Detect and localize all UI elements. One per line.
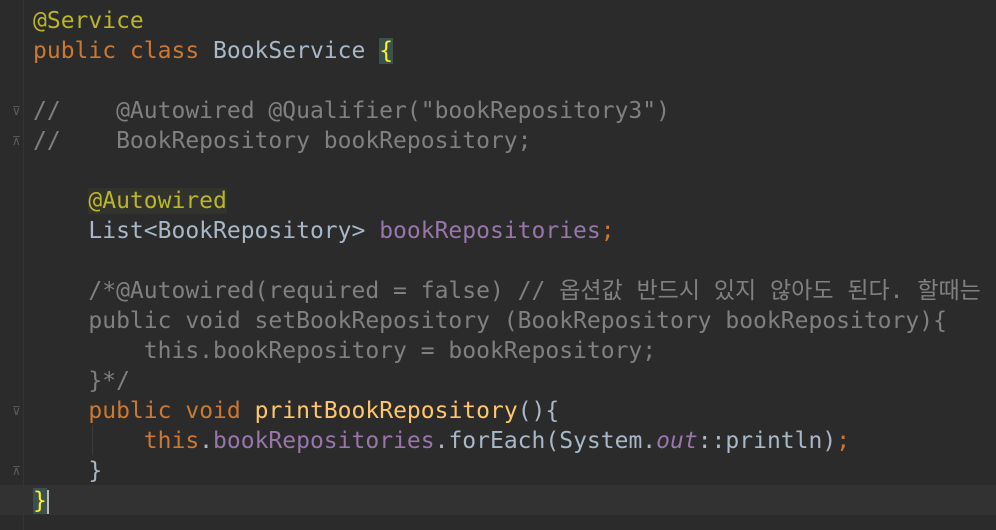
code-token: /*@Autowired(required = false) // 옵션값 반드…	[33, 278, 996, 304]
code-token: bookRepositories	[379, 218, 601, 244]
fold-marker-icon[interactable]: ⊼	[12, 465, 23, 477]
code-editor[interactable]: @Service public class BookService {// @Au…	[0, 0, 996, 530]
current-line-highlight	[0, 485, 996, 515]
code-token: }	[33, 488, 47, 514]
code-token: ::println)	[697, 428, 837, 454]
code-token: {	[379, 38, 394, 64]
code-line[interactable]: this.bookRepository = bookRepository;	[33, 336, 656, 366]
code-token: this	[143, 428, 200, 454]
fold-marker-icon[interactable]: ⊼	[12, 135, 23, 147]
code-token: this.bookRepository = bookRepository;	[33, 338, 657, 364]
fold-marker-icon[interactable]: ⊽	[12, 405, 23, 417]
code-line[interactable]: @Service	[33, 6, 144, 36]
gutter-divider	[23, 0, 24, 530]
code-token: ;	[600, 218, 615, 244]
code-token: out	[656, 428, 698, 454]
code-token: BookService	[213, 38, 380, 64]
code-token: .forEach(System.	[434, 428, 657, 454]
code-token: // BookRepository bookRepository;	[33, 128, 532, 154]
code-line[interactable]: public void printBookRepository(){	[33, 396, 559, 426]
code-line[interactable]: public class BookService {	[33, 36, 394, 66]
code-token: ;	[836, 428, 851, 454]
code-line[interactable]: }	[33, 486, 49, 516]
code-token: public class	[33, 38, 214, 64]
code-line[interactable]: }*/	[33, 366, 130, 396]
code-token: }	[33, 458, 103, 484]
code-token: void	[185, 398, 255, 424]
code-line[interactable]: }	[33, 456, 102, 486]
code-line[interactable]: @Autowired	[33, 186, 227, 216]
code-token: (){	[517, 398, 560, 424]
code-token: }*/	[33, 368, 130, 394]
code-line[interactable]: // @Autowired @Qualifier("bookRepository…	[33, 96, 670, 126]
code-line[interactable]: public void setBookRepository (BookRepos…	[33, 306, 947, 336]
code-token: bookRepositories	[213, 428, 435, 454]
code-token: // @Autowired @Qualifier("bookRepository…	[33, 98, 670, 124]
code-token: .	[199, 428, 214, 454]
fold-marker-icon[interactable]: ⊽	[12, 105, 23, 117]
text-cursor	[46, 489, 49, 514]
code-line[interactable]: this.bookRepositories.forEach(System.out…	[33, 426, 850, 456]
code-token: @Service	[33, 8, 144, 34]
code-token: public void setBookRepository (BookRepos…	[33, 308, 947, 334]
code-token: printBookRepository	[254, 398, 518, 424]
code-line[interactable]: List<BookRepository> bookRepositories;	[33, 216, 615, 246]
code-token: @Autowired	[88, 188, 227, 214]
code-token: List<BookRepository>	[33, 218, 380, 244]
code-line[interactable]: // BookRepository bookRepository;	[33, 126, 532, 156]
code-line[interactable]: /*@Autowired(required = false) // 옵션값 반드…	[33, 276, 996, 306]
code-token: public	[88, 398, 172, 424]
